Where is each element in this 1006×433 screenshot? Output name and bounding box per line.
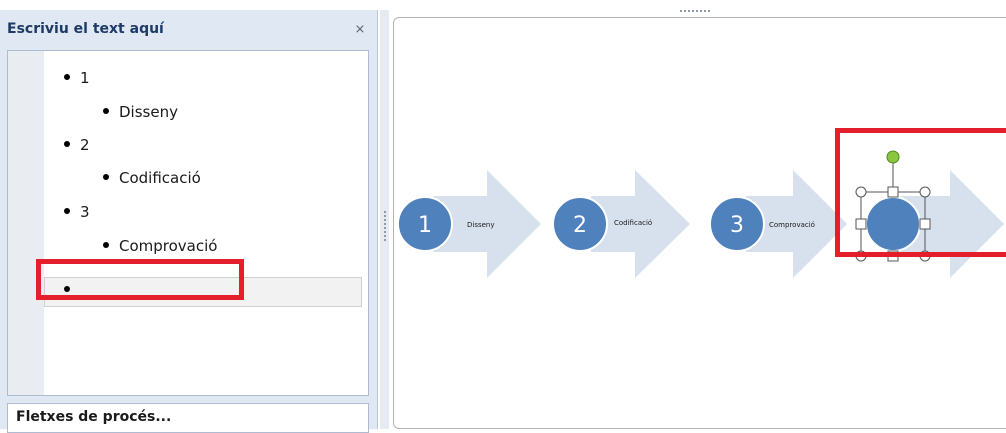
step-label: Disseny <box>467 221 495 229</box>
step-number: 1 <box>418 213 432 238</box>
highlight-box-diagram <box>835 128 1006 257</box>
step-label: Comprovació <box>769 221 815 229</box>
step-number: 3 <box>730 213 744 238</box>
step-number: 2 <box>573 213 587 238</box>
step-label: Codificació <box>614 219 652 227</box>
